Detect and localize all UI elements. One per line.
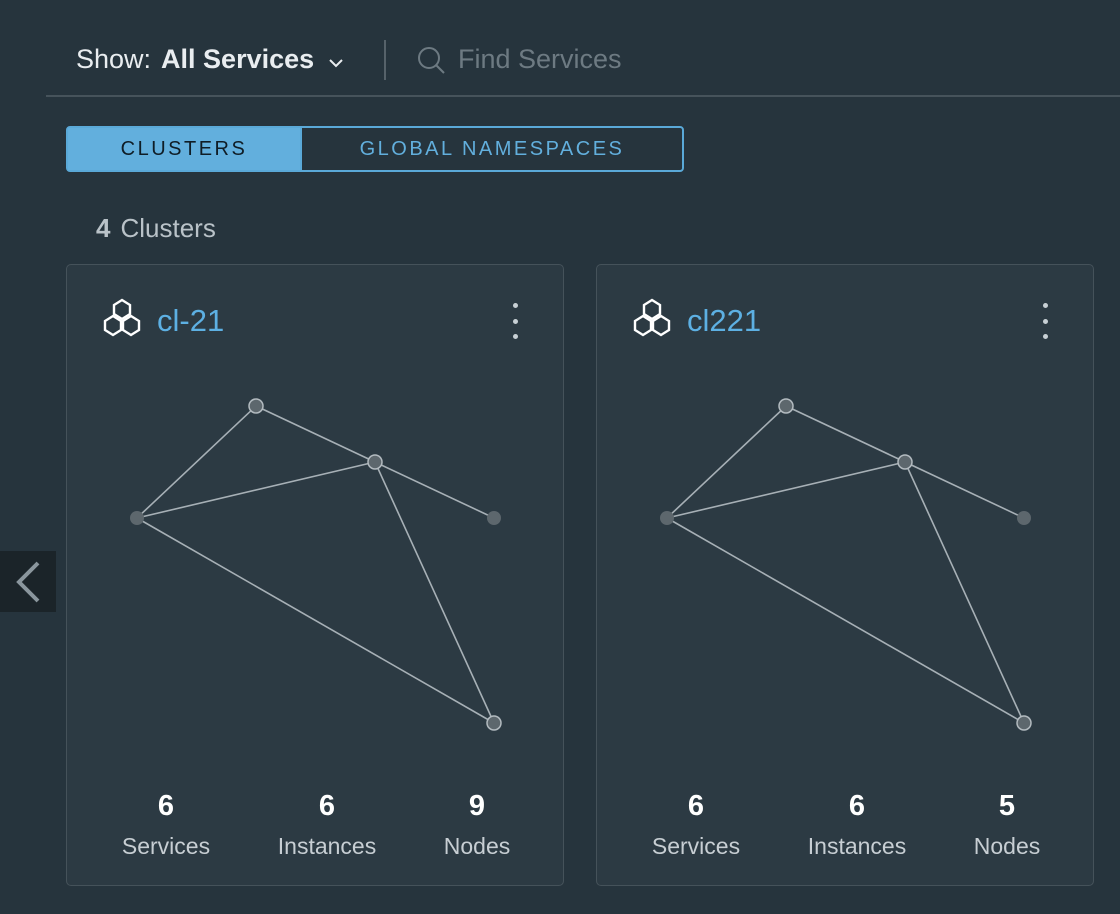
show-filter-dropdown[interactable]: Show: All Services [76,44,344,76]
chevron-down-icon [328,45,344,76]
search-placeholder: Find Services [458,44,622,74]
cluster-topology-graph [660,398,1032,731]
services-count: 6 [157,790,175,822]
cluster-count-number: 4 [96,213,111,243]
services-label: Services [651,833,741,859]
search-icon [418,46,445,74]
show-filter-label: Show: [76,44,152,74]
stat-services: 6 Services [91,790,241,860]
instances-count: 6 [848,790,866,822]
tab-global-namespaces[interactable]: GLOBAL NAMESPACES [300,128,682,170]
stat-nodes: 9 Nodes [402,790,552,860]
toolbar: Show: All Services Find Services [46,0,1120,97]
instances-label: Instances [277,833,377,859]
stat-services: 6 Services [621,790,771,860]
cluster-card[interactable]: cl-21 6 Services 6 Instances 9 Nodes [66,264,564,886]
cluster-topology-graph [130,398,502,731]
services-label: Services [121,833,211,859]
search-input[interactable]: Find Services [416,44,622,75]
nodes-count: 9 [468,790,486,822]
show-filter-value: All Services [161,44,315,74]
cluster-count-label: Clusters [120,213,216,243]
previous-button[interactable] [0,551,56,612]
tab-clusters[interactable]: CLUSTERS [68,128,300,170]
chevron-left-icon [16,561,40,602]
cluster-count: 4 Clusters [96,213,216,244]
instances-count: 6 [318,790,336,822]
nodes-count: 5 [998,790,1016,822]
instances-label: Instances [807,833,907,859]
stat-instances: 6 Instances [782,790,932,860]
view-toggle: CLUSTERS GLOBAL NAMESPACES [66,126,684,172]
services-count: 6 [687,790,705,822]
nodes-label: Nodes [443,833,511,859]
stat-nodes: 5 Nodes [932,790,1082,860]
cluster-card[interactable]: cl221 6 Services 6 Instances 5 Nodes [596,264,1094,886]
stat-instances: 6 Instances [252,790,402,860]
nodes-label: Nodes [973,833,1041,859]
toolbar-divider [384,40,386,80]
